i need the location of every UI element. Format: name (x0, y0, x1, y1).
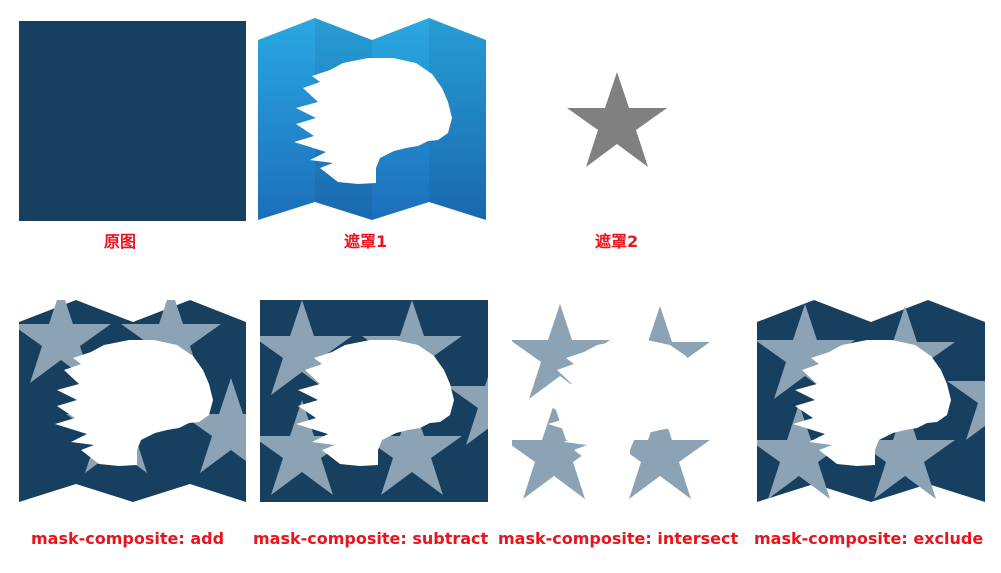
mask1-image (258, 18, 486, 220)
label-subtract: mask-composite: subtract (253, 529, 489, 548)
label-mask1: 遮罩1 (344, 232, 388, 251)
label-intersect: mask-composite: intersect (498, 529, 739, 548)
label-exclude: mask-composite: exclude (754, 529, 984, 548)
composite-subtract-image (260, 300, 488, 502)
mask2-image (566, 72, 668, 168)
composite-intersect-image (512, 300, 740, 502)
composite-add-image (19, 300, 246, 502)
original-image (19, 21, 246, 221)
composite-exclude-image (757, 300, 985, 502)
label-original: 原图 (104, 232, 137, 251)
label-add: mask-composite: add (31, 529, 225, 548)
label-mask2: 遮罩2 (595, 232, 639, 251)
